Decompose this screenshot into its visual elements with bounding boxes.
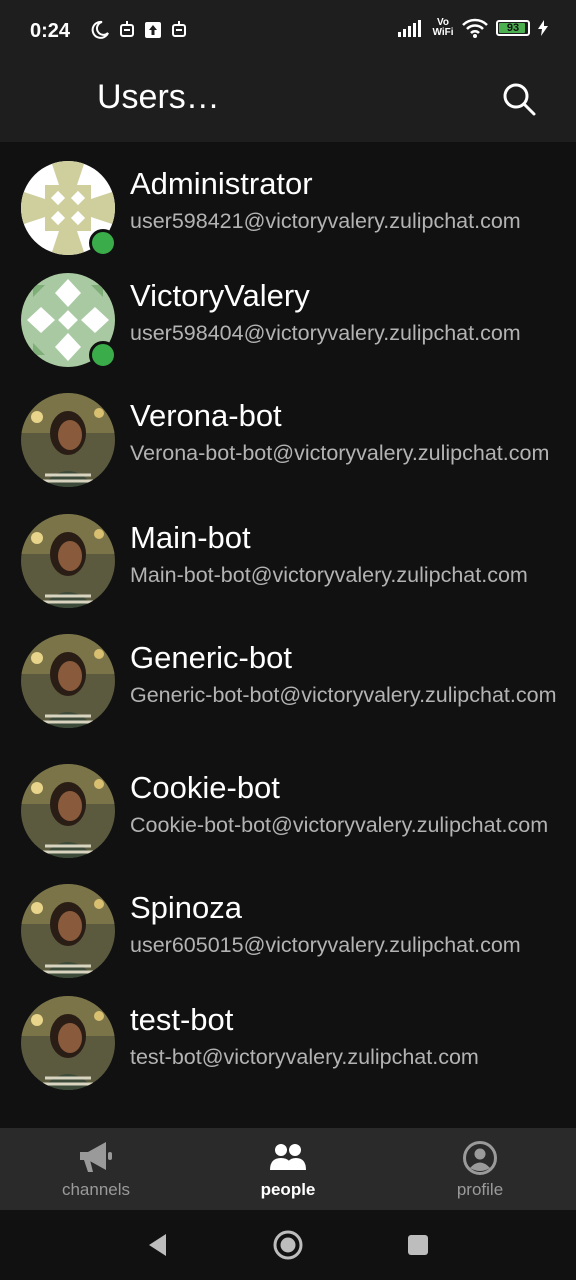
status-right-icons: Vo WiFi 93 [398, 18, 548, 38]
recents-icon[interactable] [407, 1234, 429, 1256]
avatar [21, 884, 115, 978]
people-icon [270, 1144, 306, 1170]
user-row[interactable]: Main-bot Main-bot-bot@victoryvalery.zuli… [0, 500, 576, 620]
status-notification-icons [90, 20, 188, 40]
wifi-icon [462, 18, 488, 38]
user-name: VictoryValery [130, 278, 310, 313]
user-name: Main-bot [130, 520, 251, 555]
robot-icon [120, 21, 134, 37]
upload-icon [145, 22, 161, 38]
user-email: test-bot@victoryvalery.zulipchat.com [130, 1045, 479, 1069]
tab-label: channels [61, 1180, 131, 1199]
online-indicator [89, 341, 117, 369]
user-name: test-bot [130, 1002, 234, 1037]
avatar [21, 273, 117, 369]
robot-icon [172, 21, 186, 37]
user-name: Verona-bot [130, 398, 282, 433]
user-email: user598421@victoryvalery.zulipchat.com [130, 209, 521, 233]
avatar [21, 634, 115, 728]
user-email: user605015@victoryvalery.zulipchat.com [130, 933, 521, 957]
back-icon[interactable] [146, 1232, 168, 1258]
status-time: 0:24 [30, 20, 71, 42]
user-email: Cookie-bot-bot@victoryvalery.zulipchat.c… [130, 813, 549, 837]
home-icon[interactable] [272, 1229, 304, 1261]
avatar [21, 161, 117, 257]
megaphone-icon [80, 1142, 112, 1172]
online-indicator [89, 229, 117, 257]
battery-indicator: 93 [496, 20, 530, 36]
tab-channels[interactable]: channels [0, 1128, 192, 1210]
tab-profile[interactable]: profile [384, 1128, 576, 1210]
user-row[interactable]: Administrator user598421@victoryvalery.z… [0, 150, 576, 262]
user-row[interactable]: Generic-bot Generic-bot-bot@victoryvaler… [0, 620, 576, 746]
search-icon [503, 83, 536, 116]
user-name: Spinoza [130, 890, 243, 925]
system-nav-bar [0, 1210, 576, 1280]
user-row[interactable]: test-bot test-bot@victoryvalery.zulipcha… [0, 990, 576, 1102]
moon-icon [91, 20, 109, 39]
user-row[interactable]: Cookie-bot Cookie-bot-bot@victoryvalery.… [0, 752, 576, 878]
tab-label: people [260, 1180, 316, 1199]
signal-icon [398, 20, 421, 37]
user-email: Generic-bot-bot@victoryvalery.zulipchat.… [130, 683, 557, 707]
avatar [21, 996, 115, 1090]
tab-people[interactable]: people [192, 1128, 384, 1210]
user-row[interactable]: VictoryValery user598404@victoryvalery.z… [0, 262, 576, 374]
user-name: Generic-bot [130, 640, 292, 675]
charging-icon [538, 20, 548, 36]
avatar [21, 514, 115, 608]
profile-icon [463, 1141, 497, 1175]
bottom-nav: channels people profile [0, 1128, 576, 1210]
status-bar: 0:24 Vo WiFi 93 [0, 0, 576, 64]
user-email: Verona-bot-bot@victoryvalery.zulipchat.c… [130, 441, 550, 465]
user-row[interactable]: Spinoza user605015@victoryvalery.zulipch… [0, 878, 576, 990]
app-bar: Users… [0, 64, 576, 142]
page-title: Users… [97, 78, 220, 116]
user-email: Main-bot-bot@victoryvalery.zulipchat.com [130, 563, 528, 587]
search-button[interactable] [498, 78, 540, 120]
vowifi-label: Vo WiFi [432, 17, 454, 38]
avatar [21, 764, 115, 858]
user-name: Administrator [130, 166, 313, 201]
user-email: user598404@victoryvalery.zulipchat.com [130, 321, 521, 345]
avatar [21, 393, 115, 487]
user-row[interactable]: Verona-bot Verona-bot-bot@victoryvalery.… [0, 374, 576, 500]
tab-label: profile [456, 1180, 504, 1199]
user-name: Cookie-bot [130, 770, 280, 805]
battery-level: 93 [506, 22, 520, 34]
